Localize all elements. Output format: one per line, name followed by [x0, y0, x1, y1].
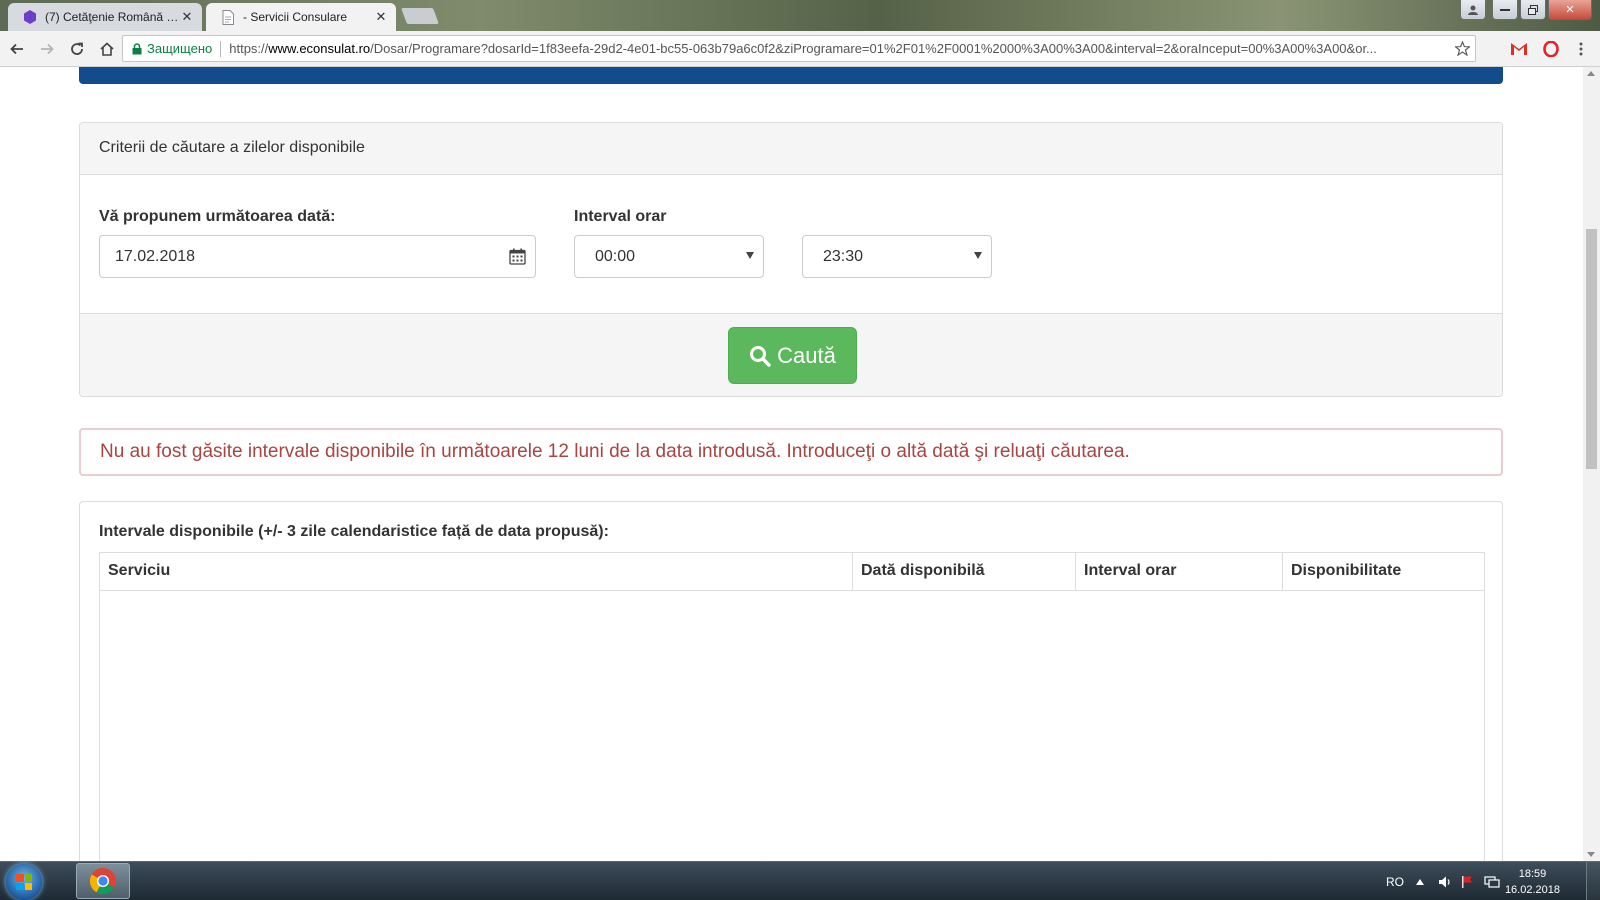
hexagon-icon: [22, 9, 38, 25]
window-controls: ✕: [1460, 0, 1592, 20]
close-icon[interactable]: ✕: [374, 9, 388, 25]
search-button[interactable]: Caută: [728, 327, 857, 384]
browser-tab-strip: (7) Cetăţenie Română :: F ✕ - Servicii C…: [0, 0, 1600, 31]
search-button-label: Caută: [777, 342, 836, 368]
windows-logo-icon: [16, 874, 32, 890]
back-arrow-icon[interactable]: [4, 36, 30, 62]
menu-kebab-icon[interactable]: [1570, 38, 1592, 60]
results-table: Serviciu Dată disponibilă Interval orar …: [99, 552, 1485, 861]
volume-icon[interactable]: [1438, 862, 1452, 900]
show-desktop-button[interactable]: [1586, 862, 1600, 900]
url-text[interactable]: https://www.econsulat.ro/Dosar/Programar…: [229, 41, 1449, 56]
page-scrollbar[interactable]: [1583, 67, 1600, 861]
reload-icon[interactable]: [64, 36, 90, 62]
search-criteria-panel: Criterii de căutare a zilelor disponibil…: [79, 122, 1503, 397]
start-time-select[interactable]: 00:00: [574, 235, 764, 278]
interval-label: Interval orar: [574, 208, 667, 225]
date-label: Vă propunem următoarea dată:: [99, 208, 336, 225]
chevron-down-icon: [746, 252, 754, 259]
url-scheme: https://: [229, 41, 269, 56]
chrome-icon: [89, 867, 116, 895]
user-profile-icon[interactable]: [1460, 0, 1486, 20]
window-close-icon[interactable]: ✕: [1548, 0, 1592, 20]
clock-date: 16.02.2018: [1504, 884, 1560, 896]
start-button[interactable]: [6, 864, 42, 900]
system-clock[interactable]: 18:59 16.02.2018: [1505, 866, 1560, 898]
column-header-interval-orar[interactable]: Interval orar: [1076, 553, 1283, 590]
tab-title: - Servicii Consulare: [243, 10, 348, 24]
page-viewport: Criterii de căutare a zilelor disponibil…: [0, 67, 1600, 861]
search-icon: [750, 345, 771, 367]
restore-icon[interactable]: [1520, 0, 1546, 20]
lock-icon[interactable]: [127, 42, 147, 55]
new-tab-button[interactable]: [401, 8, 439, 24]
date-input[interactable]: 17.02.2018: [99, 235, 536, 278]
language-indicator[interactable]: RO: [1386, 862, 1404, 900]
browser-tab-cetatenie[interactable]: (7) Cetăţenie Română :: F ✕: [8, 3, 202, 31]
scroll-up-icon[interactable]: [1587, 71, 1595, 76]
windows-taskbar: RO 18:59 16.02.2018: [0, 861, 1600, 900]
panel-heading: Criterii de căutare a zilelor disponibil…: [80, 123, 1502, 175]
chevron-down-icon: [974, 252, 982, 259]
bookmark-star-icon[interactable]: [1449, 41, 1475, 56]
end-time-value: 23:30: [823, 247, 864, 265]
home-icon[interactable]: [94, 36, 120, 62]
omnibox-separator: [220, 40, 222, 57]
action-center-flag-icon[interactable]: [1460, 862, 1474, 900]
page-header-bar: [79, 67, 1503, 84]
show-hidden-icons-icon[interactable]: [1416, 862, 1424, 900]
gmail-extension-icon[interactable]: [1508, 38, 1530, 60]
column-header-disponibilitate[interactable]: Disponibilitate: [1283, 553, 1484, 590]
scrollbar-thumb[interactable]: [1586, 229, 1597, 469]
url-host: www.econsulat.ro: [268, 41, 371, 56]
chrome-taskbar-button[interactable]: [76, 863, 130, 899]
clock-time: 18:59: [1518, 868, 1547, 880]
available-intervals-panel: Intervale disponibile (+/- 3 zile calend…: [79, 501, 1503, 861]
scroll-down-icon[interactable]: [1587, 852, 1595, 857]
opera-extension-icon[interactable]: [1540, 38, 1562, 60]
no-results-alert: Nu au fost găsite intervale disponibile …: [79, 428, 1503, 476]
url-path: /Dosar/Programare?dosarId=1f83eefa-29d2-…: [370, 41, 1377, 56]
address-bar[interactable]: Защищено https://www.econsulat.ro/Dosar/…: [122, 35, 1476, 62]
minimize-icon[interactable]: [1492, 0, 1518, 20]
results-title: Intervale disponibile (+/- 3 zile calend…: [99, 523, 609, 540]
tab-title: (7) Cetăţenie Română :: F: [45, 10, 180, 24]
calendar-icon[interactable]: [509, 248, 526, 265]
secure-label: Защищено: [147, 41, 213, 56]
end-time-select[interactable]: 23:30: [802, 235, 992, 278]
network-icon[interactable]: [1484, 862, 1500, 900]
browser-tab-servicii-consulare[interactable]: - Servicii Consulare ✕: [206, 3, 396, 31]
close-icon[interactable]: ✕: [180, 9, 194, 25]
column-header-serviciu[interactable]: Serviciu: [100, 553, 853, 590]
start-time-value: 00:00: [595, 247, 636, 265]
document-icon: [220, 9, 236, 25]
table-header: Serviciu Dată disponibilă Interval orar …: [100, 553, 1484, 591]
forward-arrow-icon[interactable]: [34, 36, 60, 62]
browser-toolbar: Защищено https://www.econsulat.ro/Dosar/…: [0, 31, 1600, 67]
panel-footer: Caută: [80, 313, 1502, 396]
column-header-data-disponibila[interactable]: Dată disponibilă: [853, 553, 1076, 590]
date-value: 17.02.2018: [115, 247, 196, 265]
